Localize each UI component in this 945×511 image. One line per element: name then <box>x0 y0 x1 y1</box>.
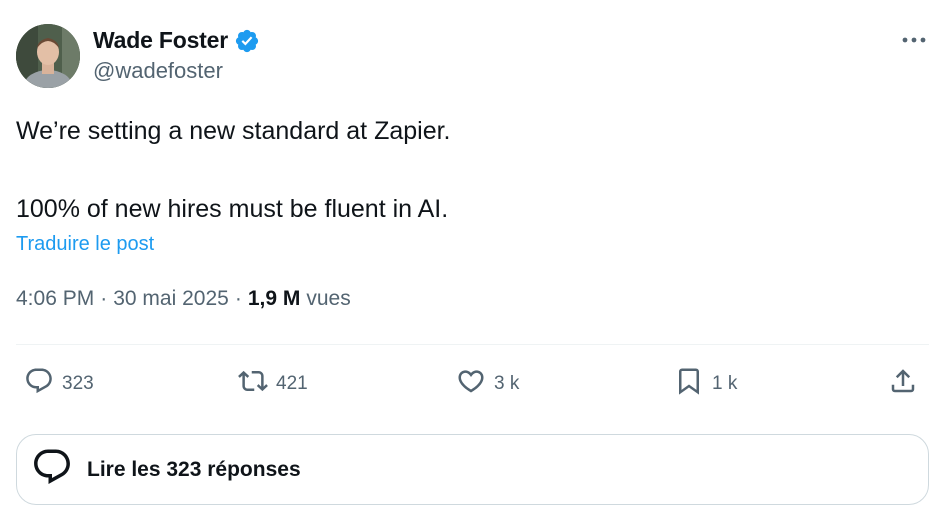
bookmark-button[interactable]: 1 k <box>674 364 737 404</box>
author-handle[interactable]: @wadefoster <box>93 58 223 84</box>
retweet-count: 421 <box>276 373 308 394</box>
translate-post-link[interactable]: Traduire le post <box>16 233 154 256</box>
reply-icon <box>24 366 54 402</box>
bookmark-count: 1 k <box>712 373 738 394</box>
read-replies-label: Lire les 323 réponses <box>87 457 301 481</box>
reply-count: 323 <box>62 373 94 394</box>
author-name-row: Wade Foster <box>93 27 260 54</box>
avatar-photo <box>16 24 80 88</box>
bookmark-icon <box>674 366 704 402</box>
action-bar: 323 421 3 k 1 k <box>16 364 929 404</box>
views-label: vues <box>306 287 351 310</box>
like-button[interactable]: 3 k <box>456 364 519 404</box>
read-replies-button[interactable]: Lire les 323 réponses <box>16 434 929 505</box>
meta-separator: · <box>100 287 108 310</box>
tweet-date[interactable]: 30 mai 2025 <box>113 287 229 311</box>
avatar[interactable] <box>16 24 80 88</box>
views-count: 1,9 M <box>247 287 301 310</box>
retweet-button[interactable]: 421 <box>238 364 308 404</box>
tweet-line: We’re setting a new standard at Zapier. <box>16 117 451 145</box>
reply-button[interactable]: 323 <box>24 364 94 404</box>
replies-bubble-icon <box>31 446 73 493</box>
tweet-text: We’re setting a new standard at Zapier. … <box>16 115 916 226</box>
tweet-time[interactable]: 4:06 PM <box>16 287 94 311</box>
share-icon <box>888 366 918 402</box>
meta-separator: · <box>234 287 242 310</box>
like-icon <box>456 366 486 402</box>
divider <box>16 344 929 345</box>
tweet-line: 100% of new hires must be fluent in AI. <box>16 195 449 223</box>
tweet-meta: 4:06 PM · 30 mai 2025 · 1,9 M vues <box>16 287 351 311</box>
like-count: 3 k <box>494 373 520 394</box>
share-button[interactable] <box>888 364 918 404</box>
retweet-icon <box>238 366 268 402</box>
more-icon[interactable] <box>900 28 928 52</box>
author-name[interactable]: Wade Foster <box>93 27 228 54</box>
verified-badge-icon[interactable] <box>234 28 260 54</box>
